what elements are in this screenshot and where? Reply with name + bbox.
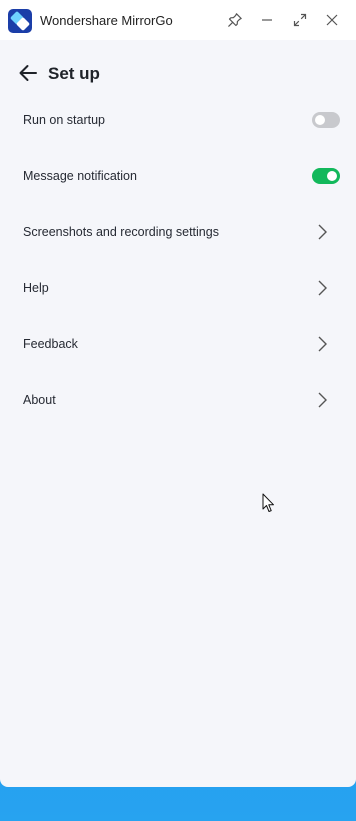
mouse-cursor-icon: [262, 493, 274, 512]
arrow-left-icon[interactable]: [17, 62, 39, 84]
setting-message-notification: Message notification: [0, 156, 356, 196]
page-title: Set up: [48, 64, 100, 83]
run-on-startup-toggle[interactable]: [312, 112, 340, 128]
minimize-icon: [262, 19, 272, 21]
setting-label: Run on startup: [23, 113, 105, 127]
setting-label: Screenshots and recording settings: [23, 225, 219, 239]
chevron-right-icon: [318, 392, 327, 408]
minimize-button[interactable]: [257, 10, 277, 30]
pin-button[interactable]: [225, 10, 245, 30]
title-bar[interactable]: Wondershare MirrorGo: [0, 0, 356, 40]
app-title: Wondershare MirrorGo: [40, 13, 173, 28]
setting-about[interactable]: About: [0, 380, 356, 420]
setting-label: About: [23, 393, 56, 407]
app-logo-icon: [8, 9, 32, 33]
setting-label: Feedback: [23, 337, 78, 351]
setting-label: Help: [23, 281, 49, 295]
close-icon: [326, 14, 338, 26]
setting-run-on-startup: Run on startup: [0, 100, 356, 140]
maximize-button[interactable]: [290, 10, 310, 30]
setting-feedback[interactable]: Feedback: [0, 324, 356, 364]
app-window: Wondershare MirrorGo Set up Run on start…: [0, 0, 356, 787]
message-notification-toggle[interactable]: [312, 168, 340, 184]
chevron-right-icon: [318, 336, 327, 352]
pin-icon: [228, 13, 242, 27]
close-button[interactable]: [322, 10, 342, 30]
chevron-right-icon: [318, 280, 327, 296]
setting-label: Message notification: [23, 169, 137, 183]
setting-screenshots-recording[interactable]: Screenshots and recording settings: [0, 212, 356, 252]
chevron-right-icon: [318, 224, 327, 240]
setting-help[interactable]: Help: [0, 268, 356, 308]
maximize-icon: [293, 13, 307, 27]
page-header: Set up: [0, 56, 356, 90]
